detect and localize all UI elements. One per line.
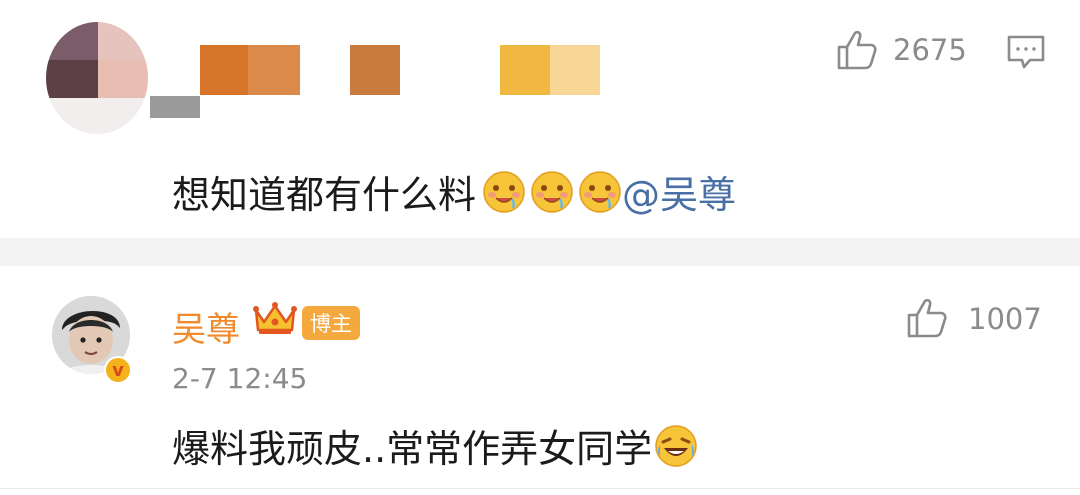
drooling-face-emoji-2 [531,170,573,213]
drooling-face-emoji-1 [483,170,525,213]
like-count: 2675 [893,33,967,67]
timestamp: 2-7 12:45 [172,362,308,395]
drooling-face-emoji-3 [579,170,621,213]
comment-icon[interactable] [1006,34,1046,70]
section-divider [0,238,1080,266]
laughing-tears-emoji [655,424,697,467]
crown-icon [253,302,297,334]
thumbs-up-icon[interactable] [906,298,948,338]
thumbs-up-icon[interactable] [836,30,878,70]
comment-text: 爆料我顽皮..常常作弄女同学 [172,427,653,471]
blogger-badge: 博主 [302,306,360,340]
verified-badge-icon: v [104,356,132,384]
like-count: 1007 [968,302,1042,336]
avatar-redacted[interactable] [46,22,148,134]
mention-link[interactable]: @吴尊 [622,164,736,219]
divider-line [0,488,1080,489]
username[interactable]: 吴尊 [172,302,240,351]
comment-body: 想知道都有什么料 @吴尊 [172,164,736,219]
comment-text: 想知道都有什么料 [172,173,477,217]
comment-item-2: v 吴尊 博主 2-7 12:45 1007 爆料我顽皮..常常作弄女同学 [0,266,1080,495]
comment-body: 爆料我顽皮..常常作弄女同学 [172,418,698,473]
comment-item-1: 2675 想知道都有什么料 @吴尊 [0,0,1080,238]
